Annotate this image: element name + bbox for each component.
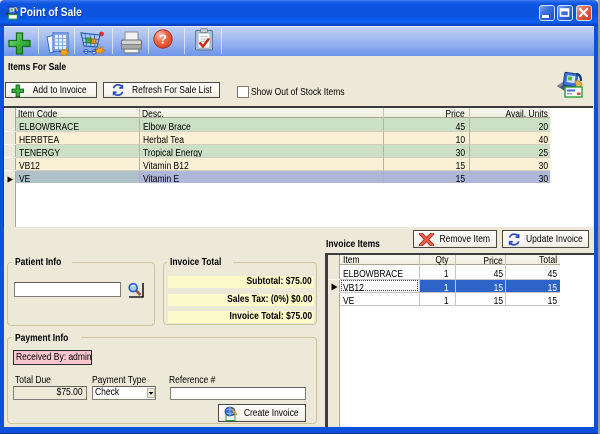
svg-text:?: ?	[159, 32, 167, 47]
